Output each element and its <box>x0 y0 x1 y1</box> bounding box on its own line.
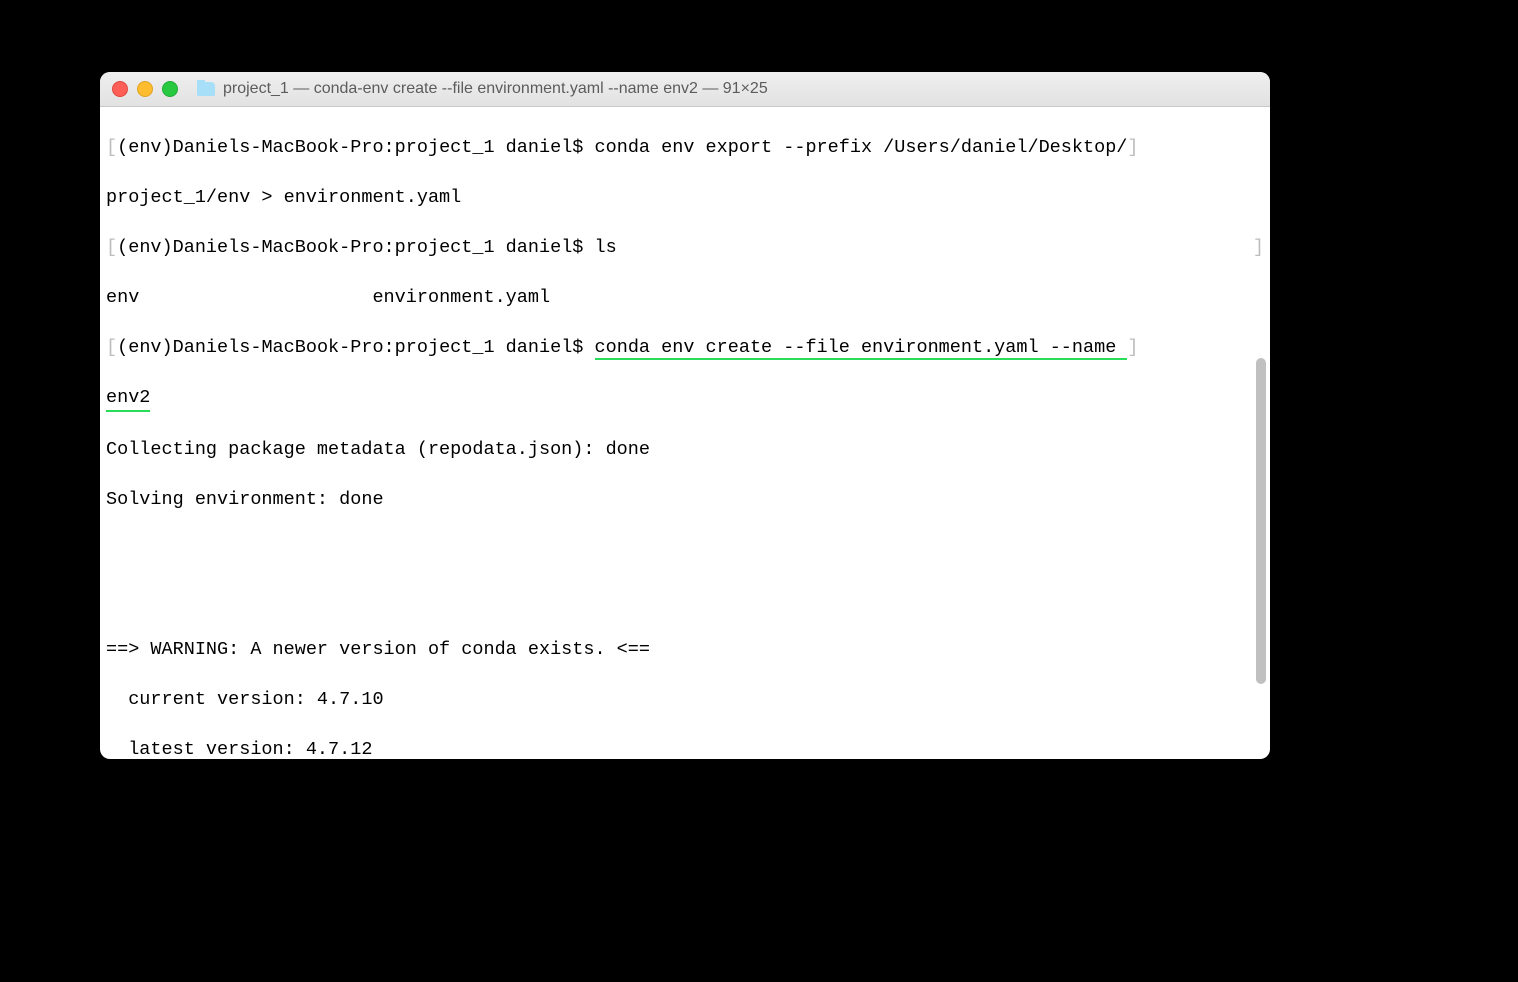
wrap-bracket-open: [ <box>106 137 117 158</box>
prompt-hostpath: Daniels-MacBook-Pro:project_1 daniel$ <box>173 237 584 258</box>
scrollbar[interactable] <box>1256 358 1266 684</box>
minimize-icon[interactable] <box>137 81 153 97</box>
out-warning-current: current version: 4.7.10 <box>106 689 384 710</box>
out-solving: Solving environment: done <box>106 489 384 510</box>
ls-output: env environment.yaml <box>106 287 550 308</box>
prompt-hostpath: Daniels-MacBook-Pro:project_1 daniel$ <box>173 337 584 358</box>
prompt-env: (env) <box>117 337 173 358</box>
window-title: project_1 — conda-env create --file envi… <box>197 80 768 98</box>
cmd-create-underlined-cont: env2 <box>106 385 150 412</box>
cmd-create-underlined: conda env create --file environment.yaml… <box>595 337 1128 360</box>
wrap-bracket-close: ] <box>1127 337 1138 358</box>
out-warning-header: ==> WARNING: A newer version of conda ex… <box>106 639 650 660</box>
wrap-bracket-open: [ <box>106 237 117 258</box>
terminal-body[interactable]: [(env)Daniels-MacBook-Pro:project_1 dani… <box>100 106 1270 759</box>
out-warning-latest: latest version: 4.7.12 <box>106 739 372 759</box>
terminal-window: project_1 — conda-env create --file envi… <box>100 72 1270 759</box>
cmd-export-cont: project_1/env > environment.yaml <box>106 187 461 208</box>
wrap-bracket-close: ] <box>1127 137 1138 158</box>
prompt-env: (env) <box>117 237 173 258</box>
prompt-env: (env) <box>117 137 173 158</box>
wrap-bracket-close: ] <box>1253 235 1264 260</box>
prompt-hostpath: Daniels-MacBook-Pro:project_1 daniel$ <box>173 137 584 158</box>
wrap-bracket-open: [ <box>106 337 117 358</box>
cmd-export: conda env export --prefix /Users/daniel/… <box>583 137 1127 158</box>
cmd-ls: ls <box>583 237 616 258</box>
window-title-text: project_1 — conda-env create --file envi… <box>223 80 768 98</box>
out-collecting: Collecting package metadata (repodata.js… <box>106 439 650 460</box>
titlebar[interactable]: project_1 — conda-env create --file envi… <box>100 72 1270 107</box>
folder-icon <box>197 82 215 96</box>
close-icon[interactable] <box>112 81 128 97</box>
zoom-icon[interactable] <box>162 81 178 97</box>
cmd-create-space <box>583 337 594 358</box>
